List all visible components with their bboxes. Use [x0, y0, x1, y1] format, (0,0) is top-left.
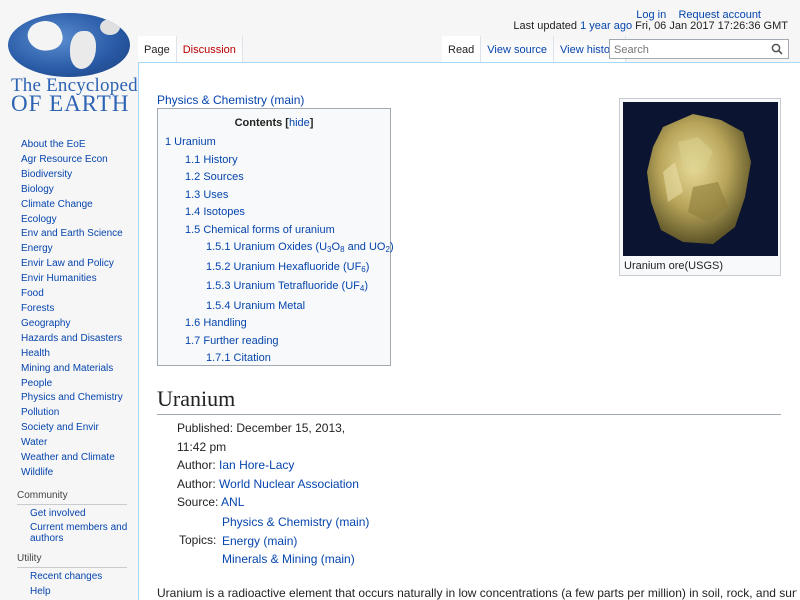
sidebar-item-recent-changes[interactable]: Recent changes — [30, 572, 128, 583]
published-row: Published: December 15, 2013, 11:42 pm — [177, 421, 346, 454]
sidebar-item-get-involved[interactable]: Get involved — [30, 508, 128, 520]
toc-item-oxides[interactable]: 1.5.1 Uranium Oxides (U3O8 and UO2) — [206, 241, 394, 254]
author-row: Author: Ian Hore-Lacy — [177, 458, 295, 472]
sidebar-item-food[interactable]: Food — [21, 287, 138, 302]
sidebar-item-envir-humanities[interactable]: Envir Humanities — [21, 272, 138, 287]
sidebar-item-climate-change[interactable]: Climate Change — [21, 198, 138, 213]
sidebar-item-energy[interactable]: Energy — [21, 242, 138, 257]
toc-item[interactable]: 1 Uranium — [165, 136, 216, 148]
toc-item[interactable]: 1.7.1 Citation — [206, 352, 271, 364]
search-box — [609, 39, 789, 59]
sidebar-item-hazards-and-disasters[interactable]: Hazards and Disasters — [21, 332, 138, 347]
toc-item[interactable]: 1.6 Handling — [185, 317, 247, 329]
sidebar: About the EoE Agr Resource Econ Biodiversi… — [0, 138, 138, 600]
view-tabs: Read View source View history — [442, 36, 627, 62]
sidebar-item-biodiversity[interactable]: Biodiversity — [21, 168, 138, 183]
author-row: Author: World Nuclear Association — [177, 476, 359, 491]
toc-item[interactable]: 1.7 Further reading — [185, 335, 279, 347]
sidebar-item-wildlife[interactable]: Wildlife — [21, 466, 138, 481]
topic-link[interactable]: Energy (main) — [222, 534, 297, 548]
breadcrumb[interactable]: Physics & Chemistry (main) — [157, 93, 304, 107]
toc-item-hexafluoride[interactable]: 1.5.2 Uranium Hexafluoride (UF6) — [206, 261, 369, 274]
toc-list: 1 Uranium 1.1 History 1.2 Sources 1.3 Us… — [158, 134, 394, 368]
last-updated: Last updated 1 year ago Fri, 06 Jan 2017… — [513, 20, 788, 32]
sidebar-item-pollution[interactable]: Pollution — [21, 406, 138, 421]
source-row: Source: ANL — [177, 495, 245, 509]
toc-title: Contents [hide] — [234, 117, 314, 129]
divider — [17, 567, 127, 569]
tab-read[interactable]: Read — [442, 36, 482, 62]
article-meta: Published: December 15, 2013, 11:42 pm A… — [177, 419, 377, 512]
last-updated-timestamp: Fri, 06 Jan 2017 17:26:36 GMT — [635, 20, 788, 32]
sidebar-item-about-the-eoe[interactable]: About the EoE — [21, 138, 138, 153]
topic-link[interactable]: Minerals & Mining (main) — [222, 552, 355, 566]
topic-link[interactable]: Physics & Chemistry (main) — [222, 515, 369, 529]
tab-view-source[interactable]: View source — [481, 36, 555, 62]
search-input[interactable] — [610, 41, 760, 59]
namespace-tabs: Page Discussion — [138, 36, 243, 62]
sidebar-item-ecology[interactable]: Ecology — [21, 213, 138, 228]
author-link[interactable]: World Nuclear Association — [219, 477, 359, 491]
author-link[interactable]: Ian Hore-Lacy — [219, 458, 294, 472]
topics-label: Topics: — [179, 533, 217, 547]
sidebar-item-agr-resource-econ[interactable]: Agr Resource Econ — [21, 153, 138, 168]
search-icon[interactable] — [771, 43, 783, 55]
toc-item[interactable]: 1.1 History — [185, 154, 238, 166]
toc-item-tetrafluoride[interactable]: 1.5.3 Uranium Tetrafluoride (UF4) — [206, 280, 368, 293]
sidebar-nav: About the EoE Agr Resource Econ Biodiversi… — [0, 138, 138, 481]
sidebar-item-geography[interactable]: Geography — [21, 317, 138, 332]
thumbnail-caption: Uranium ore(USGS) — [624, 260, 724, 272]
content-area: Physics & Chemistry (main) Contents [hid… — [138, 62, 800, 600]
last-updated-prefix: Last updated — [513, 20, 578, 32]
sidebar-item-forests[interactable]: Forests — [21, 302, 138, 317]
article-intro: Uranium is a radioactive element that oc… — [157, 586, 797, 600]
uranium-ore-image[interactable] — [623, 102, 778, 256]
sidebar-item-weather-and-climate[interactable]: Weather and Climate — [21, 451, 138, 466]
sidebar-item-current-members[interactable]: Current members and authors — [30, 523, 128, 544]
last-updated-relative[interactable]: 1 year ago — [580, 20, 632, 32]
tab-page[interactable]: Page — [138, 36, 177, 62]
tab-discussion[interactable]: Discussion — [176, 36, 243, 62]
sidebar-item-people[interactable]: People — [21, 377, 138, 392]
table-of-contents: Contents [hide] 1 Uranium 1.1 History 1.… — [157, 108, 394, 368]
sidebar-item-physics-and-chemistry[interactable]: Physics and Chemistry — [21, 391, 138, 406]
toc-item[interactable]: 1.2 Sources — [185, 171, 244, 183]
utility-heading: Utility — [17, 553, 42, 565]
sidebar-item-help[interactable]: Help — [30, 586, 128, 598]
sidebar-item-health[interactable]: Health — [21, 347, 138, 362]
sidebar-item-envir-law-and-policy[interactable]: Envir Law and Policy — [21, 257, 138, 272]
source-link[interactable]: ANL — [221, 495, 244, 509]
site-logo[interactable]: The Encyclopedia OF EARTH — [0, 0, 152, 118]
globe-icon — [8, 13, 130, 77]
sidebar-item-env-and-earth-science[interactable]: Env and Earth Science — [21, 227, 138, 242]
toc-hide-link[interactable]: hide — [289, 117, 310, 129]
divider — [17, 503, 127, 505]
sidebar-item-water[interactable]: Water — [21, 436, 138, 451]
toc-item[interactable]: 1.4 Isotopes — [185, 206, 245, 218]
toc-item[interactable]: 1.5.4 Uranium Metal — [206, 300, 305, 312]
toc-item[interactable]: 1.3 Uses — [185, 189, 228, 201]
thumbnail: Uranium ore(USGS) — [619, 98, 781, 276]
page-title: Uranium — [157, 386, 781, 415]
sidebar-item-mining-and-materials[interactable]: Mining and Materials — [21, 362, 138, 377]
sidebar-item-society-and-envir[interactable]: Society and Envir — [21, 421, 138, 436]
toc-item[interactable]: 1.5 Chemical forms of uranium — [185, 224, 335, 236]
logo-line2: OF EARTH — [11, 91, 130, 116]
sidebar-item-biology[interactable]: Biology — [21, 183, 138, 198]
community-heading: Community — [17, 489, 68, 501]
